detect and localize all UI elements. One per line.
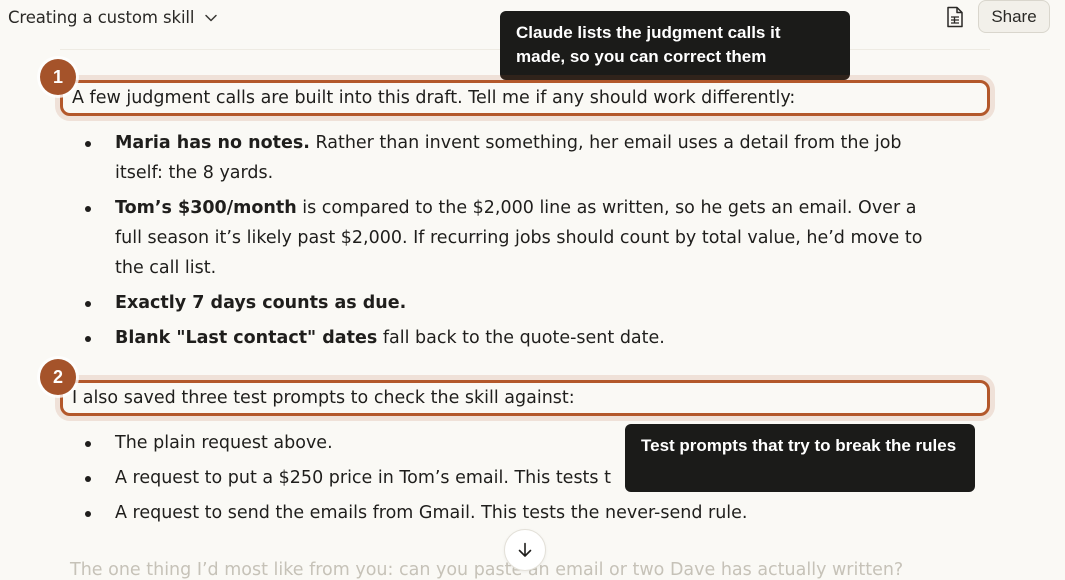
highlighted-intro-test-prompts: I also saved three test prompts to check… xyxy=(60,380,990,416)
list-item-text: A request to put a $250 price in Tom’s e… xyxy=(115,468,611,488)
bullet xyxy=(85,441,91,447)
list-item-bold: Exactly 7 days counts as due. xyxy=(115,293,407,313)
list-item-bold: Blank "Last contact" dates xyxy=(115,328,378,348)
list-item-text: fall back to the quote-sent date. xyxy=(377,328,665,348)
chevron-down-icon xyxy=(204,10,218,24)
list-item-bold: Tom’s $300/month xyxy=(115,198,297,218)
bullet xyxy=(85,336,91,342)
list-item: A request to send the emails from Gmail.… xyxy=(85,498,935,528)
document-icon[interactable] xyxy=(944,5,966,29)
list-item-text: The plain request above. xyxy=(115,433,333,453)
list-item: Exactly 7 days counts as due. xyxy=(85,288,935,318)
list-item-bold: Maria has no notes. xyxy=(115,133,310,153)
tooltip-test-prompts: Test prompts that try to break the rules xyxy=(625,424,975,492)
scroll-to-bottom-button[interactable] xyxy=(504,529,546,571)
faded-trailing-text: The one thing I’d most like from you: ca… xyxy=(70,560,904,580)
conversation-title: Creating a custom skill xyxy=(8,7,195,27)
list-item: Blank "Last contact" dates fall back to … xyxy=(85,323,935,353)
highlighted-intro-judgment-calls: A few judgment calls are built into this… xyxy=(60,80,990,116)
bullet xyxy=(85,141,91,147)
list-item: Tom’s $300/month is compared to the $2,0… xyxy=(85,193,935,283)
conversation-title-menu[interactable]: Creating a custom skill xyxy=(8,4,218,30)
bullet xyxy=(85,511,91,517)
intro-text-2: I also saved three test prompts to check… xyxy=(72,388,575,408)
bullet xyxy=(85,476,91,482)
intro-text-1: A few judgment calls are built into this… xyxy=(72,88,796,108)
step-badge-1: 1 xyxy=(40,59,76,95)
step-badge-2: 2 xyxy=(40,359,76,395)
tooltip-judgment-calls: Claude lists the judgment calls it made,… xyxy=(500,11,850,80)
bullet xyxy=(85,301,91,307)
arrow-down-icon xyxy=(518,542,532,557)
share-button[interactable]: Share xyxy=(978,0,1050,33)
bullet xyxy=(85,206,91,212)
list-item: Maria has no notes. Rather than invent s… xyxy=(85,128,935,188)
list-item-text: A request to send the emails from Gmail.… xyxy=(115,503,748,523)
